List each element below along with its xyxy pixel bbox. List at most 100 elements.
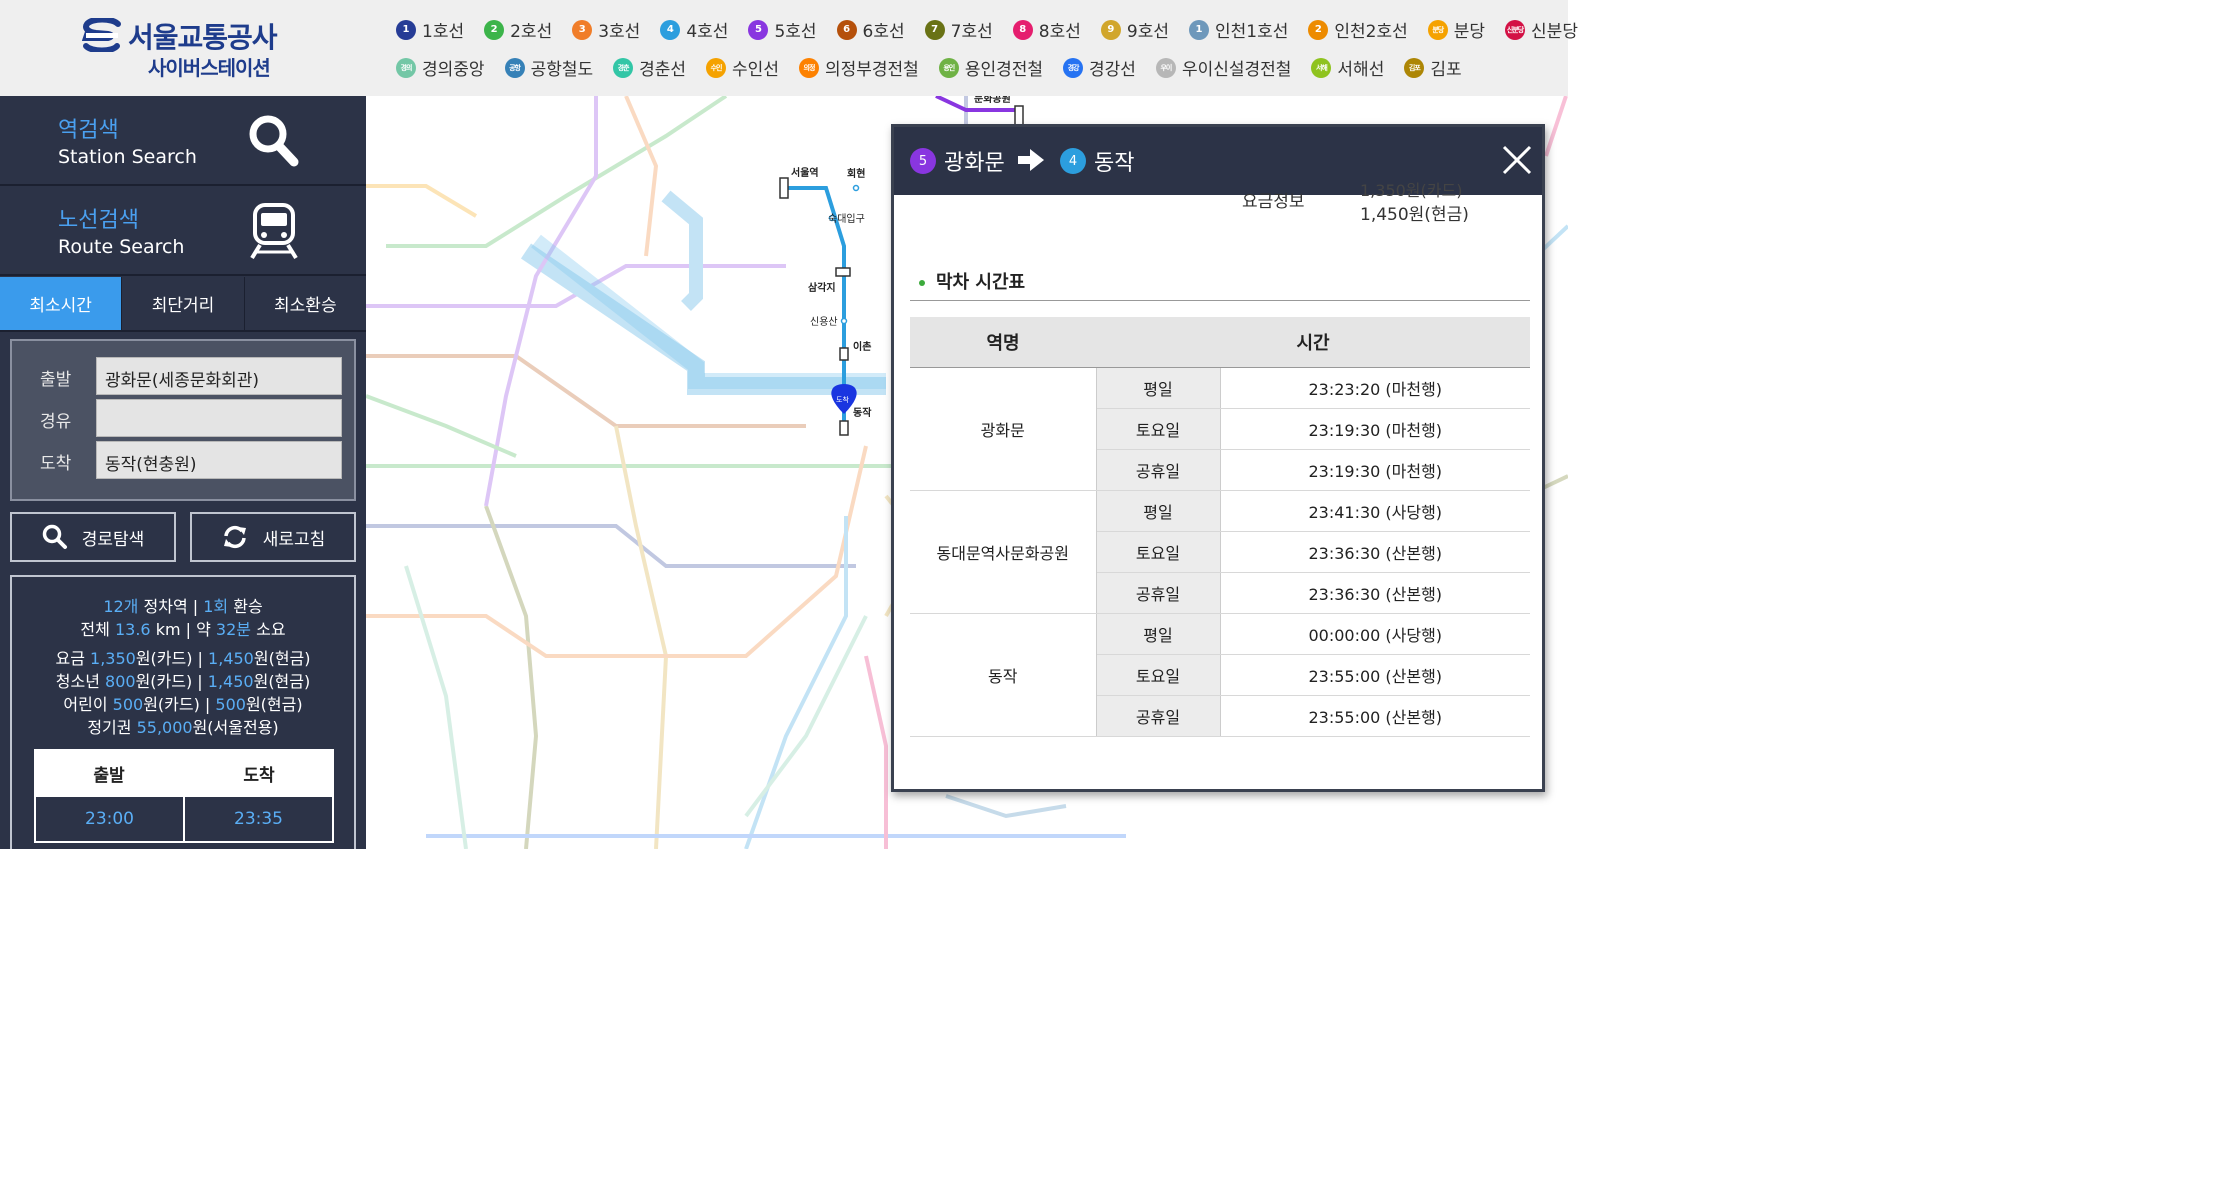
refresh-icon (223, 525, 246, 549)
bg-line-w (945, 794, 1067, 819)
line-badge-icon: 서해 (1311, 57, 1332, 78)
line-filter-lines_row1-9[interactable]: 1 인천1호선 (1188, 17, 1288, 42)
arrive-input[interactable]: 동작(현충원) (96, 441, 342, 479)
line-badge-icon: 신분당 (1505, 19, 1526, 40)
arrow-right-icon (1018, 149, 1044, 171)
fare-card-unit: 원(카드) | (135, 649, 209, 668)
line-filter-lines_row1-11[interactable]: 분당 분당 (1427, 17, 1485, 42)
line-filter-label: 김포 (1430, 60, 1462, 80)
line-filter-lines_row2-5[interactable]: 용인 용인경전철 (938, 55, 1043, 80)
fare-cash: 1,450 (208, 649, 254, 668)
line-filter-lines_row1-8[interactable]: 9 9호선 (1100, 17, 1169, 42)
depart-input[interactable]: 광화문(세종문화회관) (96, 357, 342, 395)
arrive-row: 도착 동작(현충원) (12, 441, 358, 479)
fare-card: 1,350 (90, 649, 136, 668)
tab-min-transfer[interactable]: 최소환승 (244, 277, 366, 330)
sidebar: 역검색 Station Search 노선검색 Route Search 최소시… (0, 96, 366, 849)
depart-time: 23:00 (36, 797, 185, 841)
station-search-menu[interactable]: 역검색 Station Search (0, 96, 366, 186)
line-badge-icon: 의정 (798, 57, 819, 78)
line-filter-lines_row1-1[interactable]: 2 2호선 (484, 17, 552, 42)
line-filter-lines_row1-3[interactable]: 4 4호선 (660, 17, 728, 42)
route-summary: 12개 정차역 | 1회 환승 전체 13.6 km | 약 32분 소요 요금… (10, 575, 356, 849)
via-row: 경유 (12, 399, 358, 437)
time-table-body: 23:00 23:35 (34, 797, 334, 843)
line-filter-lines_row2-6[interactable]: 경강 경강선 (1063, 55, 1136, 80)
from-line-badge: 5 (910, 148, 936, 174)
depart-label: 출발 (40, 370, 72, 390)
line-badge-icon: 김포 (1404, 57, 1425, 78)
line-badge-icon: 5 (748, 19, 769, 40)
route-form: 출발 광화문(세종문화회관) 경유 도착 동작(현충원) (10, 339, 356, 501)
close-icon[interactable] (1498, 141, 1536, 179)
magnifier-icon (249, 115, 299, 167)
seoul-station-marker (779, 177, 789, 199)
line-filter-lines_row2-9[interactable]: 김포 김포 (1404, 55, 1462, 80)
summary-stops-line: 12개 정차역 | 1회 환승 (12, 593, 354, 617)
line-filter-label: 3호선 (598, 22, 641, 42)
ichon-marker (839, 347, 849, 361)
line-filter-lines_row1-6[interactable]: 7 7호선 (924, 17, 993, 42)
section-divider (910, 300, 1530, 301)
fare-label: 요금 (55, 649, 85, 668)
day-type-cell: 공휴일 (1096, 572, 1221, 614)
line-filter-lines_row2-7[interactable]: 우이 우이신설경전철 (1155, 55, 1291, 80)
route-search-title: 노선검색 (58, 208, 139, 233)
line-filter-lines_row2-3[interactable]: 수인 수인선 (706, 55, 779, 80)
line-filter-label: 6호선 (862, 22, 905, 42)
tab-shortest-distance[interactable]: 최단거리 (122, 277, 245, 330)
label-arrive-pin: 도착 (836, 396, 849, 404)
dongjak-marker (839, 420, 849, 436)
refresh-button[interactable]: 새로고침 (190, 512, 356, 562)
line-badge-icon: 8 (1012, 19, 1033, 40)
route-search-menu[interactable]: 노선검색 Route Search (0, 186, 366, 276)
arrive-label: 도착 (40, 454, 72, 474)
line-filter-lines_row2-4[interactable]: 의정 의정부경전철 (798, 55, 919, 80)
line-filter-lines_row2-8[interactable]: 서해 서해선 (1311, 55, 1384, 80)
line-badge-icon: 분당 (1427, 19, 1448, 40)
line-filter-lines_row2-1[interactable]: 공항 공항철도 (504, 55, 593, 80)
arrive-time: 23:35 (234, 809, 283, 829)
last-train-row: 동대문역사문화공원 평일 23:41:30 (사당행) (910, 490, 1530, 614)
time-column-header: 시간 (1096, 317, 1530, 368)
from-station-name: 광화문 (944, 151, 1005, 176)
line-badge-icon: 9 (1100, 19, 1121, 40)
tab-min-time[interactable]: 최소시간 (0, 277, 123, 330)
depart-arrive-table: 출발 도착 23:00 23:35 (34, 749, 334, 845)
day-type-cell: 토요일 (1096, 531, 1221, 573)
fare-cash-value: 1,450원(현금) (1360, 205, 1469, 225)
line-filter-lines_row1-0[interactable]: 1 1호선 (396, 17, 464, 42)
line-badge-icon: 6 (836, 19, 857, 40)
station-search-title: 역검색 (58, 118, 119, 143)
youth-label: 청소년 (55, 672, 100, 691)
hoehyeon-marker (852, 184, 860, 192)
distance-value: 13.6 (114, 620, 151, 639)
line-badge-icon: 경강 (1063, 57, 1084, 78)
day-type-cell: 평일 (1096, 490, 1221, 532)
line-badge-icon: 4 (660, 19, 681, 40)
munhwa-marker (1014, 105, 1024, 127)
last-train-time-cell: 00:00:00 (사당행) (1220, 613, 1530, 655)
line-filter-lines_row1-2[interactable]: 3 3호선 (572, 17, 640, 42)
bg-line-d (661, 190, 703, 311)
via-input[interactable] (96, 399, 342, 437)
last-train-time-cell: 23:36:30 (산본행) (1220, 531, 1530, 573)
pass-unit: 원(서울전용) (192, 718, 279, 737)
line-filter-lines_row2-0[interactable]: 경의 경의중앙 (396, 55, 485, 80)
line-filter-lines_row2-2[interactable]: 경춘 경춘선 (613, 55, 686, 80)
line-filter-lines_row1-12[interactable]: 신분당 신분당 (1505, 17, 1578, 42)
route-search-button[interactable]: 경로탐색 (10, 512, 176, 562)
label-samgakji: 삼각지 (808, 281, 836, 294)
bg-line-l (484, 96, 598, 507)
seoul-metro-logo[interactable]: 서울교통공사 사이버스테이션 (82, 16, 292, 80)
line-filter-lines_row1-4[interactable]: 5 5호선 (748, 17, 817, 42)
line-filter-lines_row1-10[interactable]: 2 인천2호선 (1308, 17, 1408, 42)
bg-line-h (484, 505, 539, 849)
last-train-time-cell: 23:55:00 (산본행) (1220, 695, 1530, 737)
to-station-name: 동작 (1094, 151, 1135, 176)
bg-line-n (864, 655, 888, 849)
line-filter-lines_row1-5[interactable]: 6 6호선 (836, 17, 905, 42)
line-filter-lines_row1-7[interactable]: 8 8호선 (1012, 17, 1081, 42)
label-ichon: 이촌 (853, 340, 871, 353)
line-filter-label: 신분당 (1531, 22, 1578, 42)
